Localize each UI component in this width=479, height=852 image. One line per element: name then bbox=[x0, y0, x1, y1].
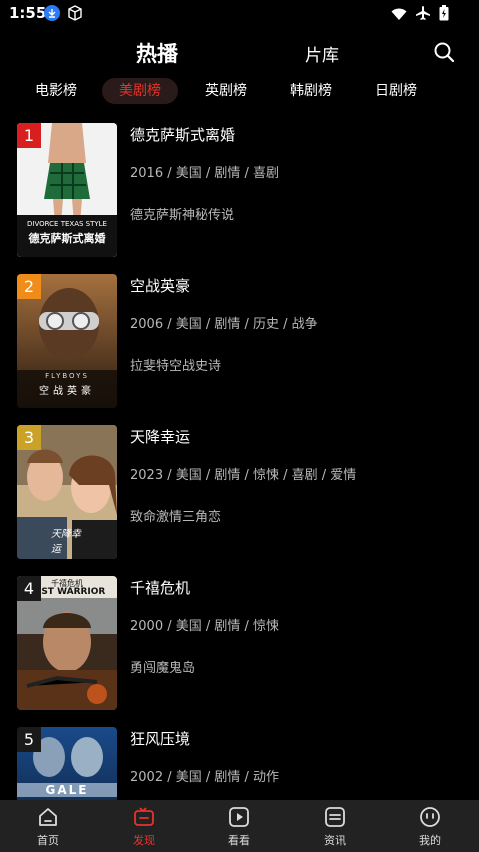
nav-label: 看看 bbox=[228, 834, 250, 847]
home-icon bbox=[37, 806, 59, 828]
airplane-icon bbox=[415, 5, 431, 25]
poster-image[interactable]: 千禧危机 LAST WARRIOR 4 bbox=[17, 576, 117, 710]
list-item[interactable]: GALE 5 狂风压境 2002 / 美国 / 剧情 / 动作 bbox=[0, 716, 479, 800]
battery-icon bbox=[439, 5, 449, 25]
poster-caption: FLYBOYS bbox=[45, 372, 89, 380]
list-item[interactable]: FLYBOYS 空战英豪 2 空战英豪 2006 / 美国 / 剧情 / 历史 … bbox=[0, 263, 479, 408]
list-item[interactable]: 千禧危机 LAST WARRIOR 4 千禧危机 2000 / 美国 / 剧情 … bbox=[0, 565, 479, 710]
category-movie[interactable]: 电影榜 bbox=[26, 78, 86, 104]
ranking-list: DIVORCE TEXAS STYLE 德克萨斯式离婚 1 德克萨斯式离婚 20… bbox=[0, 112, 479, 800]
item-title[interactable]: 狂风压境 bbox=[130, 728, 190, 749]
profile-icon bbox=[419, 806, 441, 828]
poster-caption: DIVORCE TEXAS STYLE bbox=[27, 220, 107, 228]
download-icon bbox=[44, 5, 60, 21]
nav-watch[interactable]: 看看 bbox=[209, 800, 269, 852]
nav-label: 我的 bbox=[419, 834, 441, 847]
status-icons bbox=[391, 5, 449, 25]
bottom-nav: 首页 发现 看看 资讯 我的 bbox=[0, 800, 479, 852]
rank-badge: 5 bbox=[17, 727, 41, 752]
tab-library[interactable]: 片库 bbox=[305, 41, 339, 66]
item-meta: 2002 / 美国 / 剧情 / 动作 bbox=[130, 770, 280, 785]
list-item[interactable]: 天降幸运 3 天降幸运 2023 / 美国 / 剧情 / 惊悚 / 喜剧 / 爱… bbox=[0, 414, 479, 559]
category-uk-drama[interactable]: 英剧榜 bbox=[196, 78, 256, 104]
status-time: 1:55 bbox=[9, 4, 47, 22]
top-header: 热播 片库 bbox=[0, 30, 479, 74]
item-meta: 2000 / 美国 / 剧情 / 惊悚 bbox=[130, 619, 280, 634]
nav-discover[interactable]: 发现 bbox=[114, 800, 174, 852]
item-desc: 致命激情三角恋 bbox=[130, 510, 222, 525]
item-title[interactable]: 千禧危机 bbox=[130, 577, 190, 598]
news-icon bbox=[324, 806, 346, 828]
item-meta: 2006 / 美国 / 剧情 / 历史 / 战争 bbox=[130, 317, 318, 332]
poster-image[interactable]: FLYBOYS 空战英豪 2 bbox=[17, 274, 117, 408]
tab-hot[interactable]: 热播 bbox=[136, 38, 178, 68]
nav-news[interactable]: 资讯 bbox=[305, 800, 365, 852]
poster-caption-cn: 德克萨斯式离婚 bbox=[28, 232, 106, 245]
rank-badge: 2 bbox=[17, 274, 41, 299]
list-item[interactable]: DIVORCE TEXAS STYLE 德克萨斯式离婚 1 德克萨斯式离婚 20… bbox=[0, 112, 479, 257]
play-icon bbox=[228, 806, 250, 828]
category-bar: 电影榜 美剧榜 英剧榜 韩剧榜 日剧榜 bbox=[0, 78, 479, 106]
rank-badge: 4 bbox=[17, 576, 41, 601]
poster-image[interactable]: DIVORCE TEXAS STYLE 德克萨斯式离婚 1 bbox=[17, 123, 117, 257]
poster-caption: GALE bbox=[45, 783, 89, 797]
item-title[interactable]: 德克萨斯式离婚 bbox=[130, 124, 235, 145]
wifi-icon bbox=[391, 6, 407, 25]
status-bar: 1:55 bbox=[0, 0, 479, 28]
item-title[interactable]: 空战英豪 bbox=[130, 275, 190, 296]
rank-badge: 3 bbox=[17, 425, 41, 450]
item-desc: 德克萨斯神秘传说 bbox=[130, 208, 235, 223]
item-meta: 2016 / 美国 / 剧情 / 喜剧 bbox=[130, 166, 280, 181]
poster-image[interactable]: 天降幸运 3 bbox=[17, 425, 117, 559]
poster-caption-cn: 天降幸运 bbox=[51, 529, 81, 555]
item-desc: 拉斐特空战史诗 bbox=[130, 359, 222, 374]
category-jp-drama[interactable]: 日剧榜 bbox=[366, 78, 426, 104]
nav-label: 资讯 bbox=[324, 834, 346, 847]
poster-caption-cn: 空战英豪 bbox=[39, 386, 95, 397]
category-us-drama[interactable]: 美剧榜 bbox=[102, 78, 178, 104]
video-icon bbox=[133, 806, 155, 828]
search-icon[interactable] bbox=[433, 41, 455, 63]
nav-label: 首页 bbox=[37, 834, 59, 847]
nav-profile[interactable]: 我的 bbox=[400, 800, 460, 852]
rank-badge: 1 bbox=[17, 123, 41, 148]
item-title[interactable]: 天降幸运 bbox=[130, 426, 190, 447]
item-desc: 勇闯魔鬼岛 bbox=[130, 661, 196, 676]
nav-label: 发现 bbox=[133, 834, 155, 847]
nav-home[interactable]: 首页 bbox=[18, 800, 78, 852]
category-kr-drama[interactable]: 韩剧榜 bbox=[281, 78, 341, 104]
package-icon bbox=[66, 4, 84, 26]
poster-image[interactable]: GALE 5 bbox=[17, 727, 117, 800]
item-meta: 2023 / 美国 / 剧情 / 惊悚 / 喜剧 / 爱情 bbox=[130, 468, 357, 483]
